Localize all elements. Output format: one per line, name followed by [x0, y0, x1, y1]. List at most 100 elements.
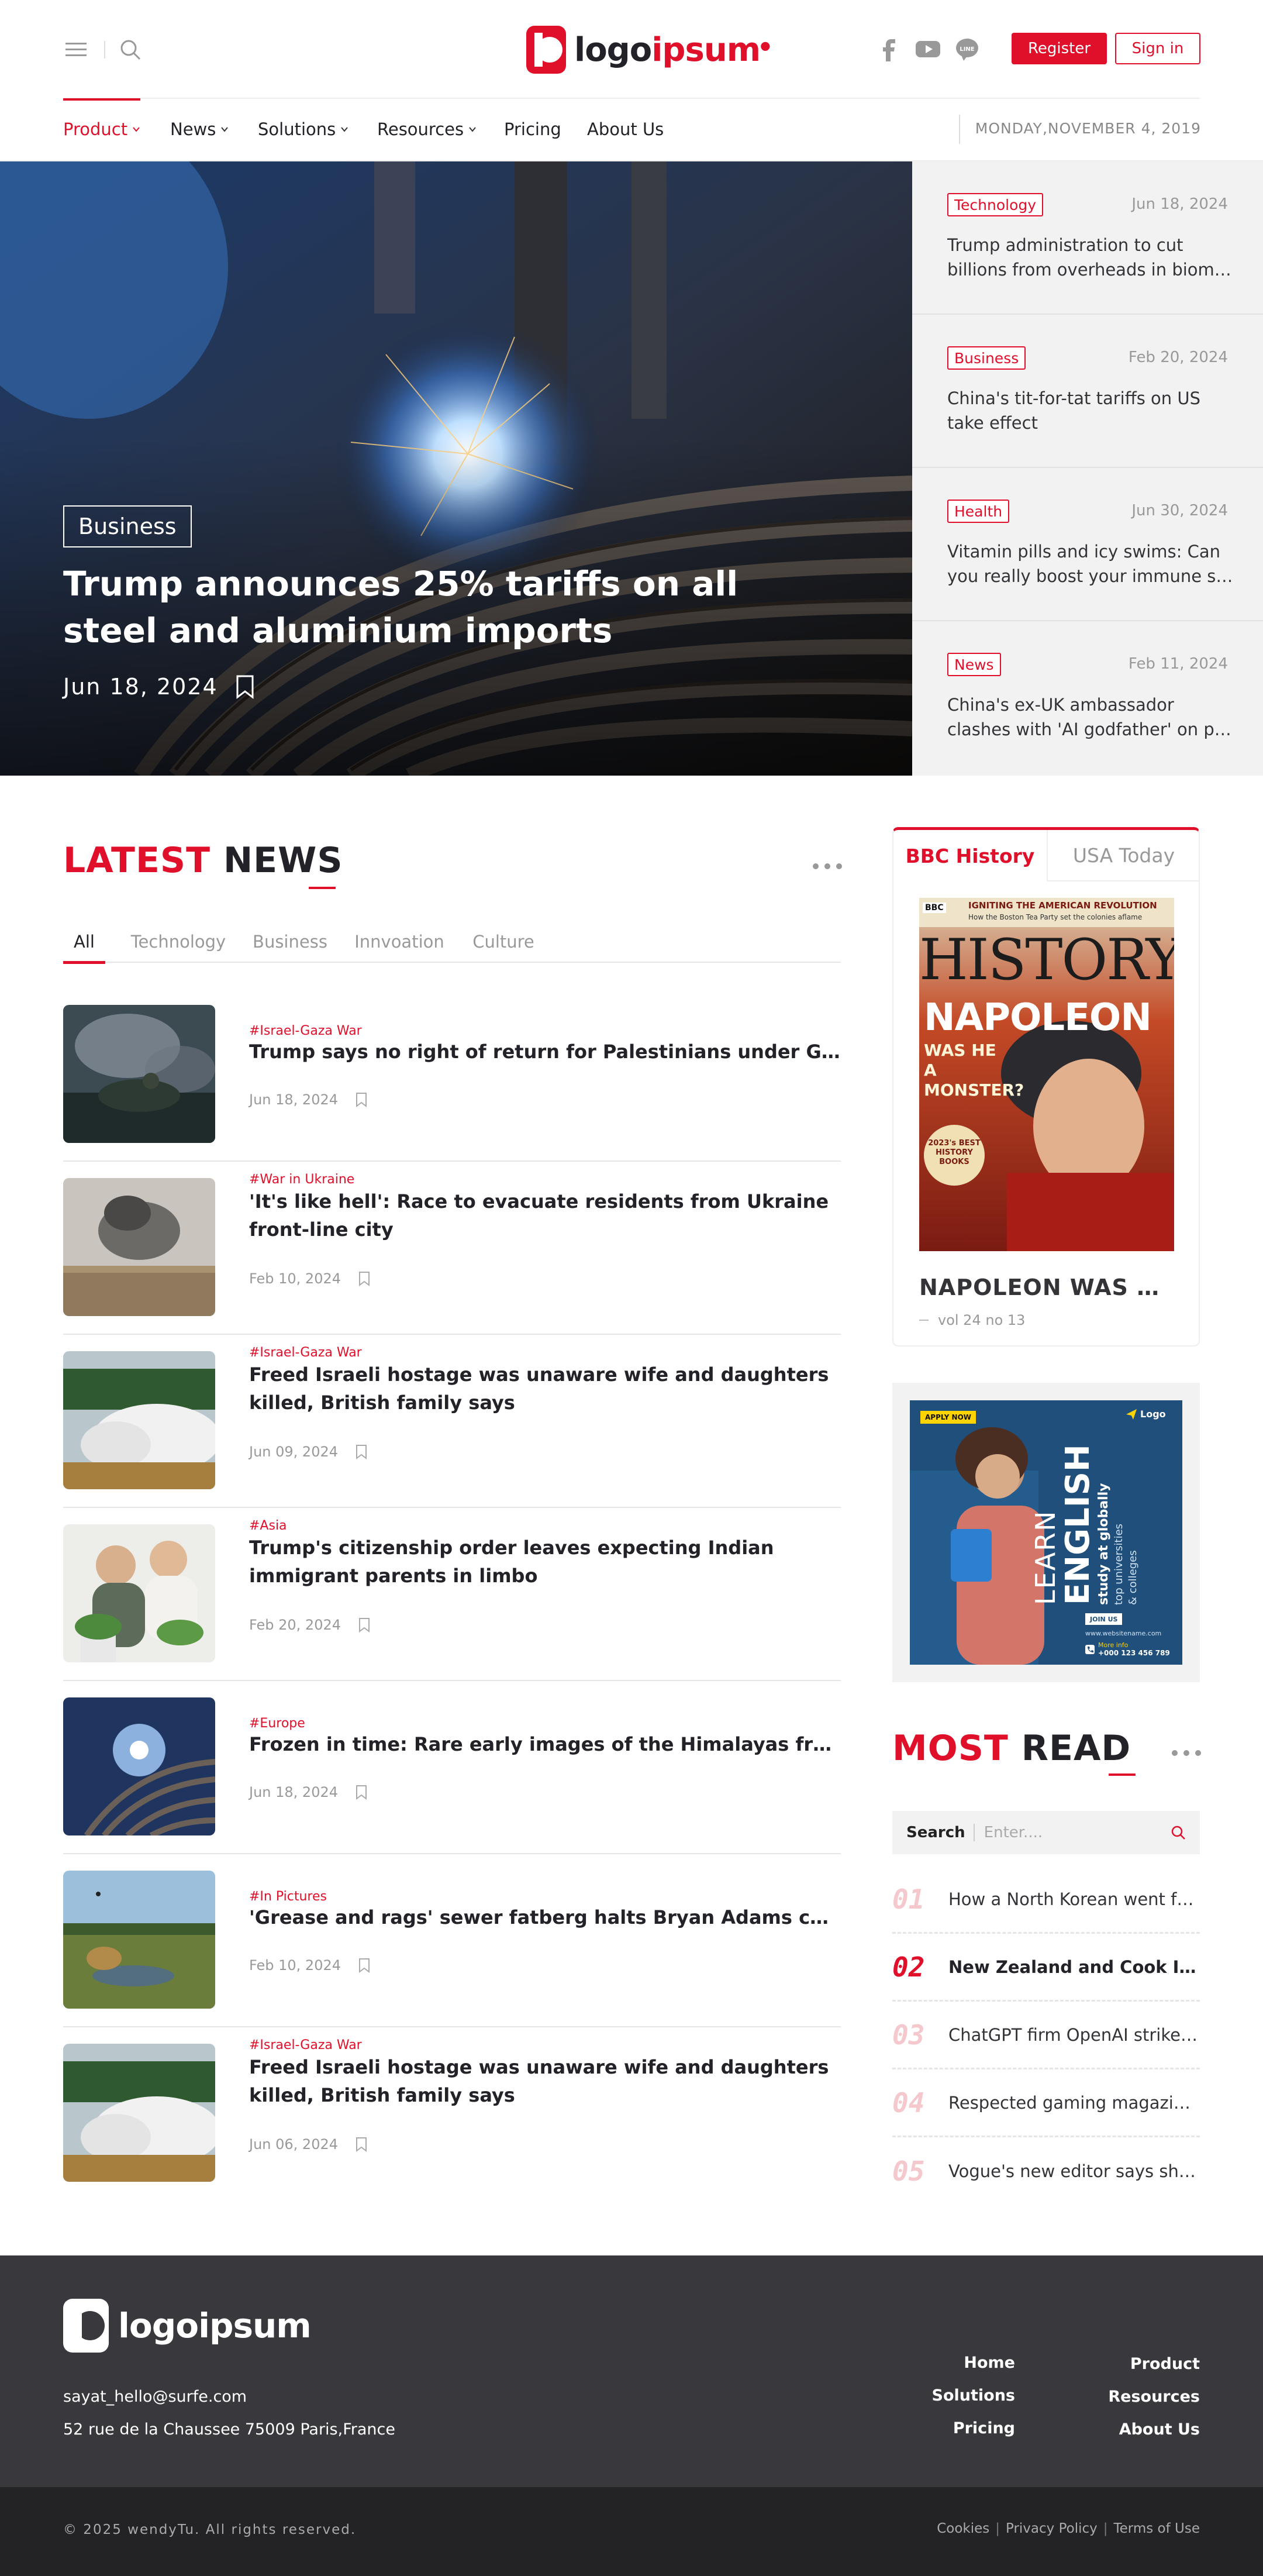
story-title[interactable]: China's ex-UK ambassador clashes with 'AI… — [947, 693, 1240, 742]
bookmark-icon[interactable] — [236, 674, 254, 699]
news-item[interactable]: #Israel-Gaza War Trump says no right of … — [63, 989, 841, 1162]
story-tag[interactable]: News — [947, 653, 1001, 676]
news-item[interactable]: #Israel-Gaza War Freed Israeli hostage w… — [63, 1335, 841, 1508]
most-read-title[interactable]: Vogue's new editor says she will change — [948, 2161, 1199, 2181]
news-item[interactable]: #Europe Frozen in time: Rare early image… — [63, 1681, 841, 1854]
news-title[interactable]: Trump says no right of return for Palest… — [249, 1038, 841, 1066]
story-title[interactable]: Trump administration to cut billions from… — [947, 233, 1240, 282]
news-title[interactable]: Trump's citizenship order leaves expecti… — [249, 1534, 841, 1590]
legal-link-terms[interactable]: Terms of Use — [1114, 2521, 1200, 2536]
news-item[interactable]: #Asia Trump's citizenship order leaves e… — [63, 1508, 841, 1681]
most-read-item[interactable]: 02 New Zealand and Cook Islands in talks — [892, 1934, 1200, 2002]
search-icon[interactable] — [119, 39, 142, 61]
news-thumbnail[interactable] — [63, 2044, 215, 2182]
most-read-title[interactable]: New Zealand and Cook Islands in talks — [948, 1957, 1199, 1977]
story-title[interactable]: China's tit-for-tat tariffs on US take ef… — [947, 386, 1240, 435]
hero-title[interactable]: Trump announces 25% tariffs on all steel… — [63, 560, 835, 654]
bookmark-icon[interactable] — [358, 1617, 370, 1633]
side-story[interactable]: Health Jun 30, 2024 Vitamin pills and ic… — [912, 468, 1263, 621]
tab-bbc-history[interactable]: BBC History — [893, 830, 1047, 881]
news-category[interactable]: #War in Ukraine — [249, 1172, 354, 1187]
news-title[interactable]: Freed Israeli hostage was unaware wife a… — [249, 2053, 841, 2109]
more-options-icon[interactable] — [1172, 1750, 1201, 1756]
side-story[interactable]: Business Feb 20, 2024 China's tit-for-ta… — [912, 315, 1263, 468]
news-item[interactable]: #Israel-Gaza War Freed Israeli hostage w… — [63, 2027, 841, 2200]
most-read-item[interactable]: 03 ChatGPT firm OpenAI strikes new deal — [892, 2002, 1200, 2069]
hero-category-tag[interactable]: Business — [63, 505, 192, 547]
footer-logo[interactable]: logoipsum — [63, 2299, 312, 2353]
news-thumbnail[interactable] — [63, 1871, 215, 2009]
nav-item-about[interactable]: About Us — [587, 98, 664, 160]
bookmark-icon[interactable] — [356, 2137, 367, 2152]
footer-link-home[interactable]: Home — [912, 2354, 1015, 2372]
most-read-title[interactable]: Respected gaming magazine closes — [948, 2093, 1199, 2113]
most-read-item[interactable]: 05 Vogue's new editor says she will chan… — [892, 2137, 1200, 2205]
footer-link-resources[interactable]: Resources — [1082, 2388, 1200, 2406]
tab-technology[interactable]: Technology — [129, 921, 228, 963]
bookmark-icon[interactable] — [358, 1271, 370, 1286]
side-story[interactable]: News Feb 11, 2024 China's ex-UK ambassad… — [912, 621, 1263, 774]
line-icon[interactable]: LINE — [955, 37, 979, 61]
news-category[interactable]: #Europe — [249, 1716, 305, 1731]
tab-all[interactable]: All — [63, 921, 105, 964]
news-title[interactable]: Frozen in time: Rare early images of the… — [249, 1730, 841, 1758]
news-title[interactable]: 'It's like hell': Race to evacuate resid… — [249, 1187, 841, 1244]
tab-usa-today[interactable]: USA Today — [1047, 830, 1200, 881]
nav-item-solutions[interactable]: Solutions — [258, 98, 348, 160]
search-icon[interactable] — [1171, 1825, 1186, 1840]
footer-link-about[interactable]: About Us — [1082, 2420, 1200, 2439]
facebook-icon[interactable] — [882, 39, 897, 62]
news-category[interactable]: #Israel-Gaza War — [249, 1345, 362, 1360]
news-thumbnail[interactable] — [63, 1524, 215, 1662]
footer-email[interactable]: sayat_hello@surfe.com — [63, 2388, 247, 2406]
news-item[interactable]: #War in Ukraine 'It's like hell': Race t… — [63, 1162, 841, 1335]
news-category[interactable]: #Israel-Gaza War — [249, 1024, 362, 1038]
news-thumbnail[interactable] — [63, 1005, 215, 1143]
nav-item-news[interactable]: News — [170, 98, 229, 160]
story-title[interactable]: Vitamin pills and icy swims: Can you real… — [947, 539, 1240, 588]
signin-button[interactable]: Sign in — [1115, 33, 1200, 64]
search-input[interactable]: Enter.... — [975, 1824, 1171, 1841]
most-read-item[interactable]: 04 Respected gaming magazine closes — [892, 2069, 1200, 2137]
footer-link-product[interactable]: Product — [1082, 2355, 1200, 2373]
nav-item-pricing[interactable]: Pricing — [504, 98, 561, 160]
most-read-title[interactable]: How a North Korean went from soldier to … — [948, 1889, 1199, 1909]
legal-link-cookies[interactable]: Cookies — [937, 2521, 989, 2536]
magazine-title[interactable]: NAPOLEON WAS HE A MONSTER? — [919, 1275, 1176, 1300]
most-read-title[interactable]: ChatGPT firm OpenAI strikes new deal — [948, 2025, 1199, 2045]
bookmark-icon[interactable] — [356, 1092, 367, 1107]
footer-link-pricing[interactable]: Pricing — [912, 2419, 1015, 2437]
story-tag[interactable]: Technology — [947, 193, 1044, 216]
news-thumbnail[interactable] — [63, 1178, 215, 1316]
youtube-icon[interactable] — [916, 40, 940, 58]
nav-item-resources[interactable]: Resources — [377, 98, 477, 160]
site-logo[interactable]: logoipsum● — [526, 23, 771, 76]
story-tag[interactable]: Business — [947, 346, 1026, 370]
legal-link-privacy[interactable]: Privacy Policy — [1006, 2521, 1098, 2536]
footer-link-solutions[interactable]: Solutions — [912, 2386, 1015, 2405]
nav-item-product[interactable]: Product — [63, 98, 141, 160]
most-read-item[interactable]: 01 How a North Korean went from soldier … — [892, 1866, 1200, 1934]
bookmark-icon[interactable] — [358, 1958, 370, 1973]
menu-icon[interactable] — [65, 41, 87, 57]
story-tag[interactable]: Health — [947, 500, 1010, 523]
side-story[interactable]: Technology Jun 18, 2024 Trump administra… — [912, 161, 1263, 315]
register-button[interactable]: Register — [1012, 33, 1107, 64]
tab-innvoation[interactable]: Innvoation — [352, 921, 447, 963]
news-title[interactable]: 'Grease and rags' sewer fatberg halts Br… — [249, 1903, 841, 1931]
magazine-cover[interactable]: BBC IGNITING THE AMERICAN REVOLUTION How… — [919, 898, 1174, 1251]
bookmark-icon[interactable] — [356, 1785, 367, 1800]
news-category[interactable]: #Asia — [249, 1518, 287, 1533]
news-item[interactable]: #In Pictures 'Grease and rags' sewer fat… — [63, 1854, 841, 2027]
news-thumbnail[interactable] — [63, 1351, 215, 1489]
tab-culture[interactable]: Culture — [469, 921, 538, 963]
search-box[interactable]: Search Enter.... — [892, 1811, 1200, 1854]
news-category[interactable]: #In Pictures — [249, 1889, 327, 1904]
news-thumbnail[interactable] — [63, 1697, 215, 1835]
bookmark-icon[interactable] — [356, 1444, 367, 1459]
news-title[interactable]: Freed Israeli hostage was unaware wife a… — [249, 1361, 841, 1417]
tab-business[interactable]: Business — [250, 921, 330, 963]
ad-banner[interactable]: APPLY NOW Logo LEARN ENGLISH study at gl… — [910, 1400, 1182, 1665]
more-options-icon[interactable] — [813, 863, 842, 869]
news-category[interactable]: #Israel-Gaza War — [249, 2038, 362, 2052]
